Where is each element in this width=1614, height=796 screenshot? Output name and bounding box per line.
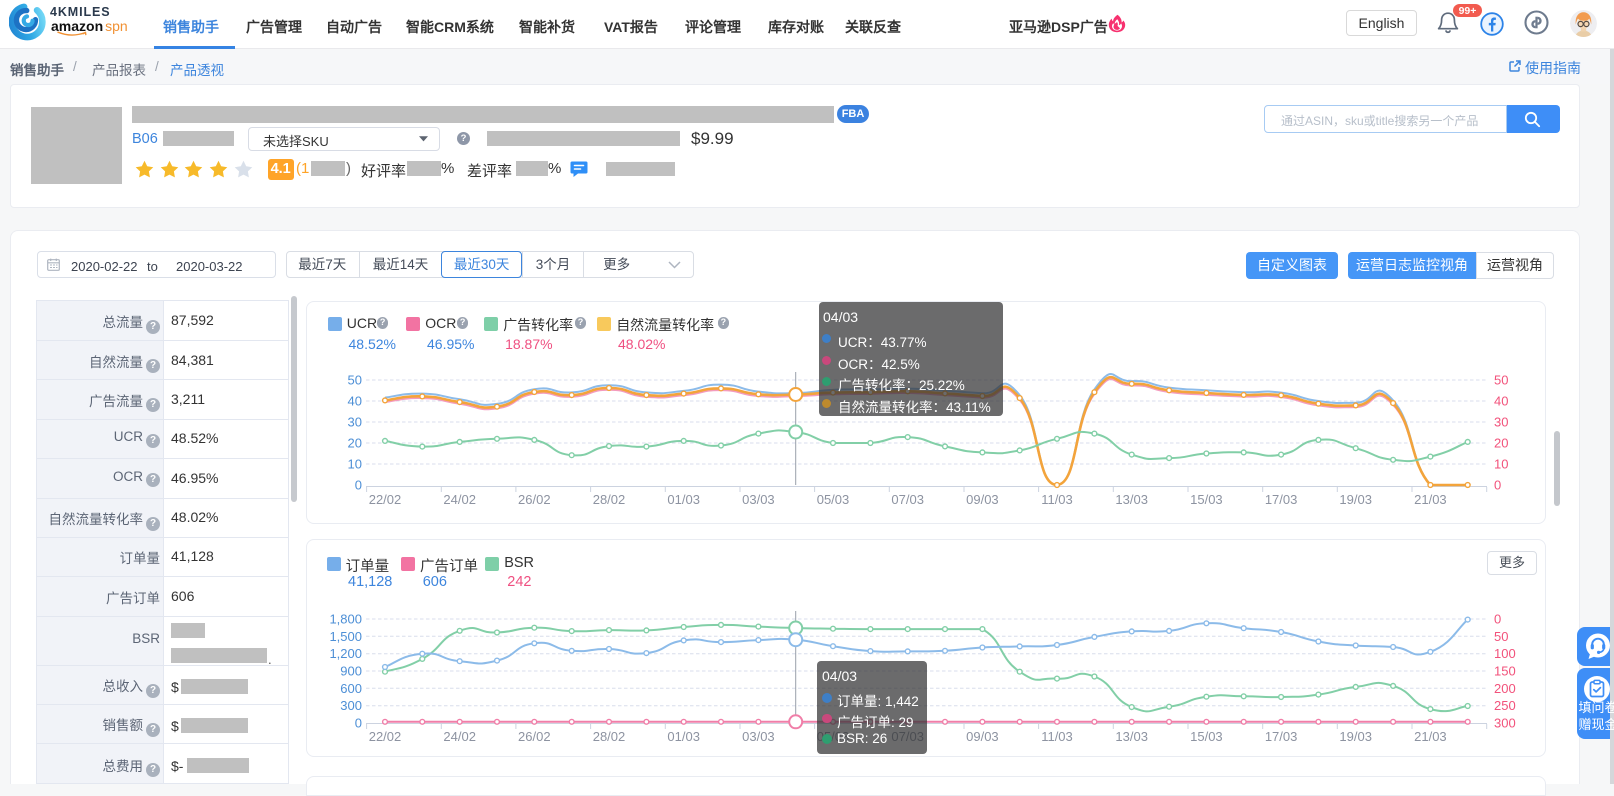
svg-text:50: 50: [1494, 373, 1508, 388]
svg-text:150: 150: [1494, 663, 1516, 678]
svg-text:1,800: 1,800: [329, 612, 362, 627]
svg-text:600: 600: [340, 681, 362, 696]
svg-text:13/03: 13/03: [1115, 492, 1148, 507]
svg-text:20: 20: [348, 436, 362, 451]
svg-text:300: 300: [340, 698, 362, 713]
svg-text:11/03: 11/03: [1041, 492, 1073, 507]
svg-text:200: 200: [1494, 681, 1516, 696]
svg-text:0: 0: [1494, 612, 1501, 627]
svg-text:09/03: 09/03: [966, 492, 999, 507]
svg-text:24/02: 24/02: [443, 492, 476, 507]
svg-text:24/02: 24/02: [443, 729, 476, 744]
svg-text:10: 10: [348, 457, 362, 472]
svg-text:50: 50: [1494, 629, 1508, 644]
svg-text:21/03: 21/03: [1414, 729, 1447, 744]
svg-text:26/02: 26/02: [518, 729, 551, 744]
svg-text:22/02: 22/02: [369, 492, 402, 507]
svg-text:19/03: 19/03: [1339, 729, 1372, 744]
svg-text:03/03: 03/03: [742, 729, 775, 744]
svg-text:01/03: 01/03: [667, 492, 700, 507]
svg-text:900: 900: [340, 663, 362, 678]
svg-text:19/03: 19/03: [1339, 492, 1372, 507]
svg-text:26/02: 26/02: [518, 492, 551, 507]
svg-text:30: 30: [348, 415, 362, 430]
svg-text:05/03: 05/03: [817, 492, 850, 507]
svg-text:17/03: 17/03: [1265, 729, 1298, 744]
svg-text:21/03: 21/03: [1414, 492, 1447, 507]
svg-text:17/03: 17/03: [1265, 492, 1298, 507]
svg-text:40: 40: [1494, 394, 1508, 409]
svg-text:07/03: 07/03: [891, 492, 924, 507]
svg-text:13/03: 13/03: [1115, 729, 1148, 744]
svg-text:40: 40: [348, 394, 362, 409]
svg-text:20: 20: [1494, 436, 1508, 451]
svg-text:300: 300: [1494, 715, 1516, 730]
svg-text:15/03: 15/03: [1190, 729, 1223, 744]
svg-text:30: 30: [1494, 415, 1508, 430]
svg-text:11/03: 11/03: [1041, 729, 1073, 744]
svg-text:28/02: 28/02: [593, 492, 626, 507]
svg-text:1,200: 1,200: [329, 646, 362, 661]
svg-text:0: 0: [355, 715, 362, 730]
svg-text:0: 0: [355, 478, 362, 493]
svg-text:15/03: 15/03: [1190, 492, 1223, 507]
svg-text:100: 100: [1494, 646, 1516, 661]
svg-text:09/03: 09/03: [966, 729, 999, 744]
svg-text:10: 10: [1494, 457, 1508, 472]
svg-text:22/02: 22/02: [369, 729, 402, 744]
svg-text:50: 50: [348, 373, 362, 388]
svg-text:250: 250: [1494, 698, 1516, 713]
svg-text:01/03: 01/03: [667, 729, 700, 744]
svg-text:1,500: 1,500: [329, 629, 362, 644]
svg-text:28/02: 28/02: [593, 729, 626, 744]
svg-text:0: 0: [1494, 478, 1501, 493]
svg-text:03/03: 03/03: [742, 492, 775, 507]
